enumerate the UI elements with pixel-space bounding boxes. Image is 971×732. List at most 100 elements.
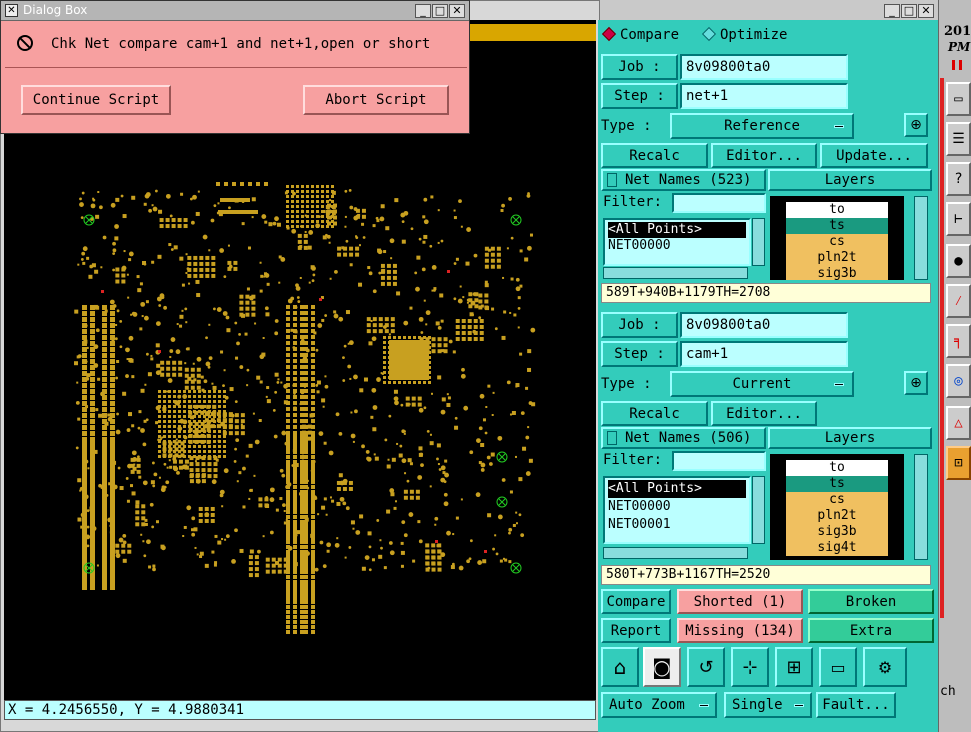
auto-zoom-label: Auto Zoom [609, 697, 685, 713]
undo-icon[interactable]: ↺ [687, 647, 725, 687]
ref-net-vscroll[interactable] [752, 218, 765, 266]
cur-layer-item-3[interactable]: pln2t [786, 508, 888, 524]
dialog-titlebar[interactable]: ✕ Dialog Box _ □ ✕ [1, 1, 469, 21]
side-tool-4-icon[interactable]: ⊢ [946, 202, 971, 236]
cur-filter-input[interactable] [672, 451, 766, 471]
side-stub-label: ch [940, 684, 956, 699]
ref-net-names-checkbox[interactable] [607, 173, 617, 187]
pause-icon[interactable] [952, 60, 962, 70]
cur-type-dropdown[interactable]: Current [670, 371, 854, 397]
ref-layer-item-1[interactable]: ts [786, 218, 888, 234]
maximize-icon[interactable]: □ [432, 4, 448, 18]
side-ampm: PM [948, 40, 971, 54]
cur-net-item-1[interactable]: NET00000 [608, 498, 746, 516]
ref-job-field[interactable]: 8v09800ta0 [680, 54, 848, 80]
ref-layer-item-4[interactable]: sig3b [786, 266, 888, 280]
ref-layer-list[interactable]: to ts cs pln2t sig3b [770, 196, 904, 280]
ref-type-label: Type : [601, 118, 652, 134]
ref-step-field[interactable]: net+1 [680, 83, 848, 109]
yellow-strip [470, 24, 596, 41]
side-help-icon[interactable]: ? [946, 162, 971, 196]
ref-net-names-label: Net Names (523) [625, 172, 752, 188]
side-tool-8-icon[interactable]: ◎ [946, 364, 971, 398]
cur-job-field[interactable]: 8v09800ta0 [680, 312, 848, 338]
window-icon[interactable]: ⊞ [775, 647, 813, 687]
cur-net-names-label: Net Names (506) [625, 430, 752, 446]
single-label: Single [732, 697, 783, 713]
ref-editor-button[interactable]: Editor... [711, 143, 817, 168]
ref-layer-vscroll[interactable] [914, 196, 928, 280]
cur-net-vscroll[interactable] [752, 476, 765, 544]
compare-radio-label[interactable]: Compare [620, 27, 679, 43]
close-icon[interactable]: ✕ [449, 4, 465, 18]
shorted-button[interactable]: Shorted (1) [677, 589, 803, 614]
net-route-icon[interactable]: ⊹ [731, 647, 769, 687]
cur-recalc-button[interactable]: Recalc [601, 401, 708, 426]
extra-button[interactable]: Extra [808, 618, 934, 643]
cur-net-names-checkbox[interactable] [607, 431, 617, 445]
abort-script-button[interactable]: Abort Script [303, 85, 449, 115]
side-red-strip [940, 78, 944, 618]
minimize-icon[interactable]: _ [415, 4, 431, 18]
home-icon[interactable]: ⌂ [601, 647, 639, 687]
cur-editor-button[interactable]: Editor... [711, 401, 817, 426]
cur-layer-vscroll[interactable] [914, 454, 928, 560]
side-tool-10-icon[interactable]: ⊡ [946, 446, 971, 480]
dropdown-bar-icon [834, 125, 844, 128]
cur-layer-list[interactable]: to ts cs pln2t sig3b sig4t [770, 454, 904, 560]
cur-layer-item-0[interactable]: to [786, 460, 888, 476]
ref-update-button[interactable]: Update... [820, 143, 928, 168]
cur-net-item-0[interactable]: <All Points> [608, 480, 746, 498]
ref-net-item-0[interactable]: <All Points> [608, 222, 746, 238]
settings-icon[interactable]: ⚙ [863, 647, 907, 687]
cur-net-item-2[interactable]: NET00001 [608, 516, 746, 534]
ref-recalc-button[interactable]: Recalc [601, 143, 708, 168]
ref-net-list[interactable]: <All Points> NET00000 [603, 218, 751, 266]
cur-net-list[interactable]: <All Points> NET00000 NET00001 [603, 476, 751, 544]
dialog-app-icon: ✕ [5, 4, 18, 17]
side-tool-9-icon[interactable]: △ [946, 406, 971, 440]
side-tool-1-icon[interactable]: ▭ [946, 82, 971, 116]
cur-layer-item-5[interactable]: sig4t [786, 540, 888, 556]
side-year: 201 [944, 24, 971, 39]
ref-net-hscroll[interactable] [603, 267, 748, 279]
ref-layer-item-3[interactable]: pln2t [786, 250, 888, 266]
side-tool-5-icon[interactable]: ● [946, 244, 971, 278]
main-maximize-icon[interactable]: □ [901, 4, 917, 18]
fault-button[interactable]: Fault... [816, 692, 896, 718]
ref-layer-item-2[interactable]: cs [786, 234, 888, 250]
side-tool-6-icon[interactable]: ⁄ [946, 284, 971, 318]
single-dropdown[interactable]: Single [724, 692, 812, 718]
ruler-icon[interactable]: ▭ [819, 647, 857, 687]
missing-button[interactable]: Missing (134) [677, 618, 803, 643]
cur-layer-item-2[interactable]: cs [786, 492, 888, 508]
camera-icon[interactable]: ◙ [643, 647, 681, 687]
ref-type-dropdown[interactable]: Reference [670, 113, 854, 139]
optimize-radio-label[interactable]: Optimize [720, 27, 787, 43]
continue-script-button[interactable]: Continue Script [21, 85, 171, 115]
compare-button[interactable]: Compare [601, 589, 671, 614]
main-close-icon[interactable]: ✕ [918, 4, 934, 18]
ref-zoom-icon[interactable]: ⊕ [904, 113, 928, 137]
dropdown-bar-icon [794, 704, 804, 707]
cur-summary: 580T+773B+1167TH=2520 [601, 565, 931, 585]
dropdown-bar-icon [834, 383, 844, 386]
ref-layers-header: Layers [768, 169, 932, 191]
cur-step-field[interactable]: cam+1 [680, 341, 848, 367]
ref-net-item-1[interactable]: NET00000 [608, 238, 746, 254]
ref-filter-input[interactable] [672, 193, 766, 213]
cur-layer-item-1[interactable]: ts [786, 476, 888, 492]
auto-zoom-dropdown[interactable]: Auto Zoom [601, 692, 717, 718]
main-minimize-icon[interactable]: _ [884, 4, 900, 18]
report-button[interactable]: Report [601, 618, 671, 643]
broken-button[interactable]: Broken [808, 589, 934, 614]
cur-net-hscroll[interactable] [603, 547, 748, 559]
cur-zoom-icon[interactable]: ⊕ [904, 371, 928, 395]
side-tool-7-icon[interactable]: ╕ [946, 324, 971, 358]
ref-layer-item-0[interactable]: to [786, 202, 888, 218]
coordinate-bar: X = 4.2456550, Y = 4.9880341 [4, 700, 596, 720]
side-tool-2-icon[interactable]: ☰ [946, 122, 971, 156]
cur-layer-item-4[interactable]: sig3b [786, 524, 888, 540]
cur-type-value: Current [732, 376, 792, 392]
dialog-title: Dialog Box [23, 3, 88, 17]
